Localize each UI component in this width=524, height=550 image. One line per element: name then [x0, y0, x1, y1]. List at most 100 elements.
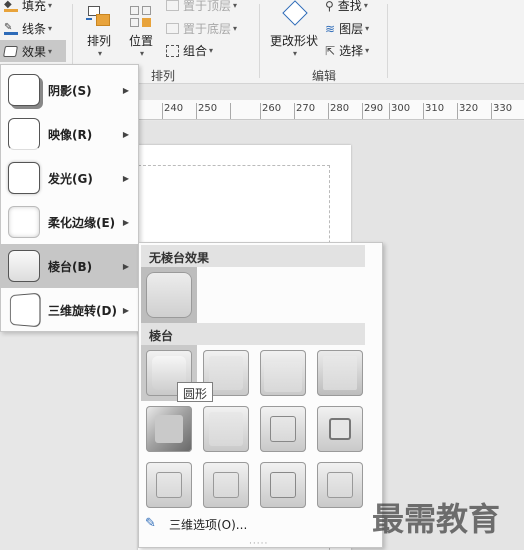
- find-button[interactable]: ⚲ 查找 ▾: [325, 0, 368, 14]
- paint-bucket-icon: ◆: [4, 0, 18, 12]
- 3d-rotation-icon: [9, 292, 41, 328]
- menu-item-bevel[interactable]: 棱台(B) ▶: [1, 244, 138, 288]
- position-label: 位置: [128, 34, 153, 48]
- chevron-down-icon: ▾: [209, 46, 214, 55]
- chevron-down-icon: ▾: [292, 49, 297, 58]
- ruler-label: 330: [493, 103, 513, 114]
- bevel-icon: [8, 250, 40, 282]
- pen-icon: ✎: [4, 22, 18, 35]
- chevron-down-icon: ▾: [97, 49, 102, 58]
- change-shape-button[interactable]: 更改形状 ▾: [268, 0, 320, 58]
- ruler-tick: [457, 103, 458, 119]
- chevron-down-icon: ▾: [48, 46, 53, 56]
- select-label: 选择: [339, 44, 364, 58]
- layers-button[interactable]: ≋ 图层 ▾: [325, 20, 369, 37]
- ruler-tick: [162, 103, 163, 119]
- bevel-convex-option[interactable]: [255, 401, 311, 457]
- ruler-label: 320: [459, 103, 479, 114]
- chevron-right-icon: ▶: [122, 173, 129, 183]
- bevel-preview: [260, 406, 306, 452]
- ruler-label: 300: [391, 103, 411, 114]
- send-back-icon: [166, 23, 179, 34]
- chevron-down-icon: ▾: [365, 24, 370, 33]
- menu-item-label: 发光(G): [48, 171, 93, 186]
- ruler-tick: [362, 103, 363, 119]
- group-label: 组合: [183, 44, 208, 58]
- effects-icon: [3, 45, 18, 57]
- soft-edges-icon: [8, 206, 40, 238]
- effects-button[interactable]: 效果 ▾: [0, 40, 66, 62]
- menu-item-soft-edges[interactable]: 柔化边缘(E) ▶: [1, 200, 138, 244]
- bevel-preview: [260, 462, 306, 508]
- arrange-icon: [86, 4, 112, 30]
- menu-item-3d-rotation[interactable]: 三维旋转(D) ▶: [1, 288, 138, 332]
- find-label: 查找: [337, 0, 362, 13]
- ruler-tick: [389, 103, 390, 119]
- chevron-right-icon: ▶: [122, 129, 129, 139]
- ruler-label: 250: [198, 103, 218, 114]
- group-button[interactable]: 组合 ▾: [166, 42, 213, 59]
- ruler-tick: [491, 103, 492, 119]
- effects-label: 效果: [22, 44, 47, 59]
- bevel-preview: [146, 406, 192, 452]
- tooltip: 圆形: [177, 382, 214, 402]
- ruler-label: 290: [364, 103, 384, 114]
- bevel-riblet-option[interactable]: [198, 457, 254, 513]
- bevel-none-option[interactable]: [141, 267, 197, 323]
- ruler-label: 270: [296, 103, 316, 114]
- bevel-angle-option[interactable]: [141, 401, 197, 457]
- menu-item-shadow[interactable]: 阴影(S) ▶: [1, 68, 138, 112]
- separator: [387, 4, 388, 78]
- bevel-soft-round-option[interactable]: [198, 401, 254, 457]
- line-button[interactable]: ✎ 线条 ▾: [4, 20, 52, 37]
- chevron-down-icon: ▾: [48, 1, 53, 10]
- 3d-options-label: 三维选项(O)...: [169, 517, 248, 532]
- bevel-preview: [317, 350, 363, 396]
- ruler-tick: [328, 103, 329, 119]
- line-label: 线条: [22, 22, 47, 36]
- ruler-label: 240: [164, 103, 184, 114]
- search-icon: ⚲: [325, 0, 334, 13]
- bevel-divot-option[interactable]: [141, 457, 197, 513]
- change-shape-label: 更改形状: [269, 34, 318, 48]
- menu-item-label: 阴影(S): [48, 83, 92, 98]
- bring-to-front-button[interactable]: 置于顶层 ▾: [166, 0, 237, 14]
- bevel-cross-option[interactable]: [255, 345, 311, 401]
- bevel-art-deco-option[interactable]: [312, 457, 368, 513]
- bevel-preview: [317, 406, 363, 452]
- menu-item-label: 映像(R): [48, 127, 93, 142]
- bring-front-icon: [166, 0, 179, 11]
- send-to-back-button[interactable]: 置于底层 ▾: [166, 20, 237, 37]
- ruler-tick: [423, 103, 424, 119]
- 3d-options-item[interactable]: ✎ 三维选项(O)...: [141, 512, 381, 536]
- fill-button[interactable]: ◆ 填充 ▾: [4, 0, 52, 14]
- bevel-preview: [146, 462, 192, 508]
- bevel-preview: [203, 462, 249, 508]
- chevron-down-icon: ▾: [233, 24, 238, 33]
- select-button[interactable]: ⇱ 选择 ▾: [325, 42, 369, 59]
- menu-item-reflection[interactable]: 映像(R) ▶: [1, 112, 138, 156]
- menu-item-label: 柔化边缘(E): [48, 215, 116, 230]
- bevel-preview: [260, 350, 306, 396]
- bevel-slope-option[interactable]: [312, 401, 368, 457]
- fill-label: 填充: [22, 0, 47, 13]
- chevron-down-icon: ▾: [139, 49, 144, 58]
- bevel-preview: [203, 406, 249, 452]
- position-icon: [128, 4, 154, 30]
- bevel-hard-edge-option[interactable]: [255, 457, 311, 513]
- menu-item-label: 棱台(B): [48, 259, 93, 274]
- ruler-tick: [260, 103, 261, 119]
- menu-item-glow[interactable]: 发光(G) ▶: [1, 156, 138, 200]
- chevron-right-icon: ▶: [122, 217, 129, 227]
- arrange-button[interactable]: 排列 ▾: [82, 0, 116, 58]
- layers-label: 图层: [339, 22, 364, 36]
- ruler-tick: [294, 103, 295, 119]
- chevron-down-icon: ▾: [233, 1, 238, 10]
- resize-grip[interactable]: ·····: [249, 539, 268, 549]
- group-icon: [166, 44, 179, 57]
- layers-icon: ≋: [325, 21, 336, 36]
- chevron-right-icon: ▶: [122, 261, 129, 271]
- position-button[interactable]: 位置 ▾: [124, 0, 158, 58]
- bevel-cool-slant-option[interactable]: [312, 345, 368, 401]
- chevron-down-icon: ▾: [48, 24, 53, 33]
